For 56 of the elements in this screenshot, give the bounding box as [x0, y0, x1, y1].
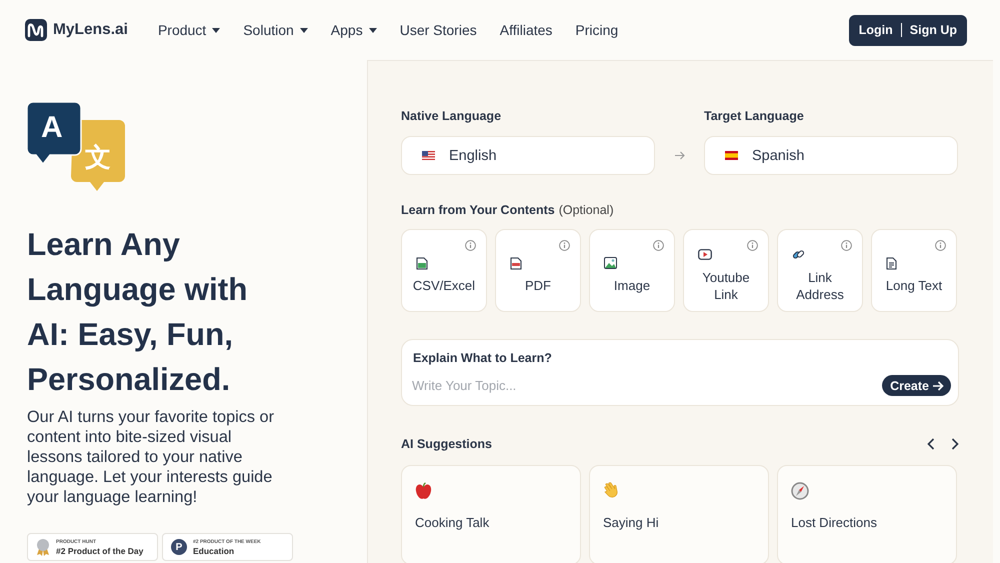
caret-icon — [212, 28, 220, 32]
info-icon[interactable] — [653, 240, 664, 251]
logo-icon — [25, 19, 47, 41]
link-icon — [792, 248, 805, 261]
nav-link[interactable]: Pricing — [575, 22, 618, 38]
auth-button[interactable]: Login Sign Up — [848, 14, 967, 46]
image-icon — [604, 257, 617, 269]
field-label: Target Language — [704, 109, 805, 123]
suggestion-card[interactable]: Lost Directions — [777, 465, 957, 563]
info-icon[interactable] — [465, 240, 476, 251]
flag-icon — [725, 151, 738, 160]
info-icon[interactable] — [747, 240, 758, 251]
badge-title: Education — [193, 546, 236, 556]
caret-icon — [368, 28, 377, 32]
source-option-card[interactable]: Image — [589, 229, 675, 312]
language-select[interactable]: Spanish — [704, 136, 958, 175]
brand-name[interactable]: MyLens.ai — [53, 21, 128, 39]
arrow-right-icon — [933, 380, 944, 390]
info-icon[interactable] — [559, 240, 570, 251]
nav-link[interactable]: Solution — [243, 22, 308, 38]
document-icon — [886, 256, 897, 270]
chevron-left-icon[interactable] — [927, 438, 935, 450]
source-option-card[interactable]: Long Text — [871, 229, 957, 312]
section-heading: Learn from Your Contents (Optional) — [401, 203, 615, 217]
section-heading: AI Suggestions — [401, 437, 493, 451]
source-option-card[interactable]: PDF — [495, 229, 581, 312]
create-button[interactable]: Create — [882, 375, 951, 396]
apple-icon — [415, 482, 432, 500]
medal-icon — [36, 538, 50, 556]
product-hunt-icon: P — [171, 539, 187, 555]
suggestion-card[interactable]: Saying Hi — [589, 465, 769, 563]
spreadsheet-icon — [416, 256, 428, 270]
suggestion-card[interactable]: Cooking Talk — [401, 465, 581, 563]
hero-title: Learn Any Language with AI: Easy, Fun, Personalized. — [27, 225, 248, 399]
caret-icon — [300, 28, 308, 32]
source-option-card[interactable]: CSV/Excel — [401, 229, 487, 312]
flag-icon — [422, 151, 435, 160]
info-icon[interactable] — [935, 240, 946, 251]
arrow-right-icon — [674, 151, 684, 160]
nav-link[interactable]: Affiliates — [500, 22, 552, 38]
nav-link[interactable]: Apps — [330, 22, 377, 38]
video-play-icon — [698, 249, 712, 260]
field-label: Native Language — [401, 109, 502, 123]
chevron-right-icon[interactable] — [951, 438, 959, 450]
hero-description: Our AI turns your favorite topics or content into bite-sized visual lessons tailored to your native language. Let your interests guide your language learning! — [27, 407, 276, 507]
info-icon[interactable] — [841, 240, 852, 251]
nav-link[interactable]: Product — [158, 22, 220, 38]
language-select[interactable]: English — [401, 136, 655, 175]
panel-title: Explain What to Learn? — [413, 351, 553, 365]
nav-link[interactable]: User Stories — [400, 22, 477, 38]
compass-icon — [791, 482, 809, 500]
source-option-card[interactable]: Youtube Link — [683, 229, 769, 312]
topic-field[interactable]: Explain What to Learn? Write Your Topic... Create — [401, 339, 959, 406]
pdf-file-icon — [510, 256, 522, 270]
badge-title: #2 Product of the Day — [56, 546, 144, 556]
source-option-card[interactable]: Link Address — [777, 229, 863, 312]
